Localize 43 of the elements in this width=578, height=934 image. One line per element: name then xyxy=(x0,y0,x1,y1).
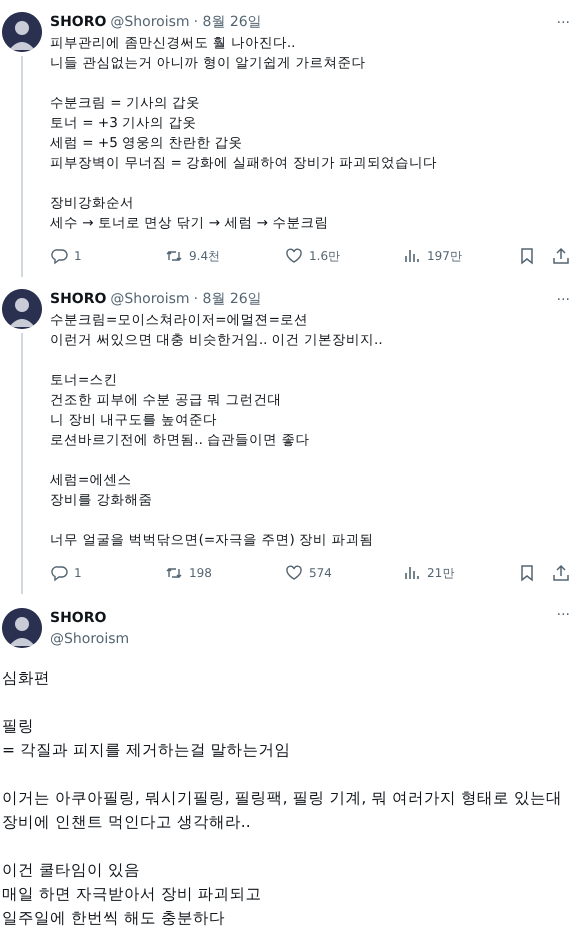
tweet-text: 너무 얼굴을 벅벅닦으면(=자극을 주면) 장비 파괴됨 xyxy=(50,531,374,550)
user-handle[interactable]: @Shoroism xyxy=(110,12,190,33)
heart-icon xyxy=(285,247,303,265)
repost-button[interactable]: 198 xyxy=(165,564,285,582)
display-name[interactable]: SHORO xyxy=(50,12,106,33)
like-button[interactable]: 574 xyxy=(285,564,403,582)
views-button[interactable]: 21만 xyxy=(403,564,513,582)
display-name[interactable]: SHORO xyxy=(50,608,130,629)
bar-chart-icon xyxy=(403,564,421,582)
tweet-text: 수분크림 = 기사의 갑옷 토너 = +3 기사의 갑옷 세럼 = +5 영웅의 찬란한 갑옷 피부장벽이 무너짐 = 강화에 실패하여 장비가 파괴되었습니다 xyxy=(50,94,438,173)
views-button[interactable]: 197만 xyxy=(403,247,513,265)
tweet-text: 이거는 아쿠아필링, 뭐시기필링, 필링팩, 필링 기계, 뭐 여러가지 형태로 있는대 장비에 인챈트 먹인다고 생각해라.. xyxy=(2,788,564,833)
reply-icon xyxy=(50,564,68,582)
tweet-text: 세럼=에센스 장비를 강화해줌 xyxy=(50,471,154,510)
user-handle[interactable]: @Shoroism xyxy=(50,629,130,650)
avatar-icon[interactable] xyxy=(2,608,42,648)
display-name[interactable]: SHORO xyxy=(50,289,106,310)
tweet-text: 수분크림=모이스쳐라이저=에멀젼=로션 이런거 써있으면 대충 비슷한거임.. 이건 기본장비지.. xyxy=(50,311,384,350)
heart-icon xyxy=(285,564,303,582)
tweet-text: 필링 = 각질과 피지를 제거하는걸 말하는거임 xyxy=(2,716,292,761)
tweet-text: 심화편 xyxy=(2,668,51,689)
tweet-text: 토너=스킨 건조한 피부에 수분 공급 뭐 그런건대 니 장비 내구도를 높여준다 로션바르기전에 하면됨.. 습관들이면 좋다 xyxy=(50,371,310,450)
tweet-text: 장비강화순서 세수 → 토너로 면상 닦기 → 세럼 → 수분크림 xyxy=(50,194,330,233)
like-button[interactable]: 1.6만 xyxy=(285,247,403,265)
more-button[interactable]: ··· xyxy=(556,16,570,30)
more-button[interactable]: ··· xyxy=(556,608,570,622)
bar-chart-icon xyxy=(403,247,421,265)
share-button[interactable] xyxy=(552,564,570,582)
tweet-date[interactable]: · 8월 26일 xyxy=(194,12,262,33)
reply-button[interactable]: 1 xyxy=(50,247,165,265)
share-icon xyxy=(552,247,570,265)
tweet-date[interactable]: · 8월 26일 xyxy=(194,289,262,310)
reply-button[interactable]: 1 xyxy=(50,564,165,582)
more-button[interactable]: ··· xyxy=(556,292,570,306)
share-button[interactable] xyxy=(552,247,570,265)
avatar-icon[interactable] xyxy=(2,289,42,329)
tweet-text: 이건 쿨타임이 있음 매일 하면 자극받아서 장비 파괴되고 일주일에 한번씩 해도 충분하다 xyxy=(2,860,263,929)
repost-button[interactable]: 9.4천 xyxy=(165,247,285,265)
share-icon xyxy=(552,564,570,582)
reply-icon xyxy=(50,247,68,265)
avatar-icon[interactable] xyxy=(2,12,42,52)
user-handle[interactable]: @Shoroism xyxy=(110,289,190,310)
tweet-text: 피부관리에 좀만신경써도 훨 나아진다.. 니들 관심없는거 아니까 형이 알기쉽게 가르쳐준다 xyxy=(50,34,366,73)
